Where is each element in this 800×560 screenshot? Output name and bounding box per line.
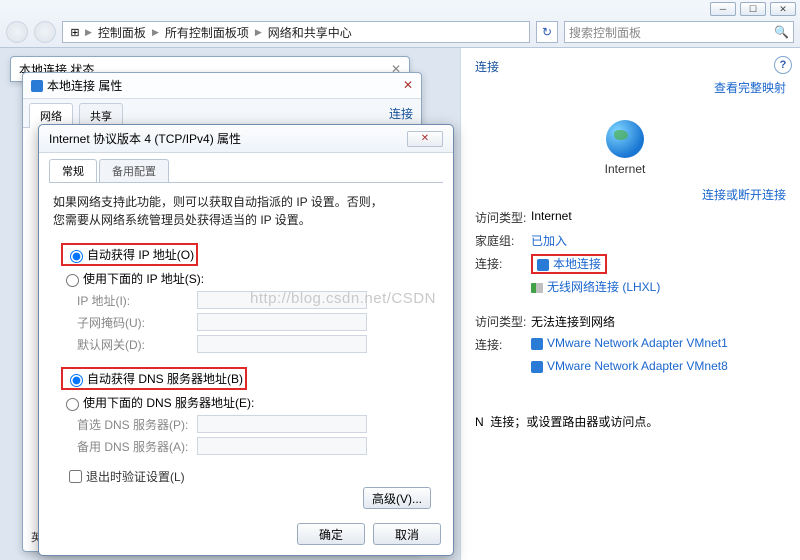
gateway-input <box>197 335 367 353</box>
dns1-label: 首选 DNS 服务器(P): <box>77 416 197 433</box>
peek-text: 连接 <box>389 99 421 127</box>
dns1-input <box>197 415 367 433</box>
close-icon[interactable]: ✕ <box>407 131 443 147</box>
dialog-title: Internet 协议版本 4 (TCP/IPv4) 属性 <box>49 130 241 147</box>
access-type-value: 无法连接到网络 <box>531 313 786 330</box>
ipv4-properties-dialog: Internet 协议版本 4 (TCP/IPv4) 属性 ✕ 常规 备用配置 … <box>38 124 454 556</box>
maximize-button[interactable]: ☐ <box>740 2 766 16</box>
access-type-value: Internet <box>531 209 786 226</box>
close-button[interactable]: ✕ <box>770 2 796 16</box>
ok-button[interactable]: 确定 <box>297 523 365 545</box>
panel-header-fragment: 连接 <box>475 58 786 75</box>
view-full-map-link[interactable]: 查看完整映射 <box>714 81 786 95</box>
radio-manual-ip[interactable]: 使用下面的 IP 地址(S): <box>61 270 443 287</box>
ip-address-label: IP 地址(I): <box>77 292 197 309</box>
radio-auto-ip-input[interactable] <box>70 250 83 263</box>
ip-address-input <box>197 291 367 309</box>
search-icon: 🔍 <box>774 25 789 39</box>
minimize-button[interactable]: ─ <box>710 2 736 16</box>
breadcrumb[interactable]: ⊞ ▶ 控制面板 ▶ 所有控制面板项 ▶ 网络和共享中心 <box>62 21 530 43</box>
forward-button[interactable] <box>34 21 56 43</box>
explorer-frame: ─ ☐ ✕ ⊞ ▶ 控制面板 ▶ 所有控制面板项 ▶ 网络和共享中心 ↻ 搜索控… <box>0 0 800 48</box>
internet-label: Internet <box>595 162 655 176</box>
window-titlebar: ─ ☐ ✕ <box>0 0 800 18</box>
chevron-right-icon: ▶ <box>152 27 159 38</box>
homegroup-label: 家庭组: <box>475 232 531 249</box>
dns2-input <box>197 437 367 455</box>
gateway-label: 默认网关(D): <box>77 336 197 353</box>
radio-manual-dns[interactable]: 使用下面的 DNS 服务器地址(E): <box>61 394 443 411</box>
validate-on-exit-checkbox[interactable]: 退出时验证设置(L) <box>65 467 443 486</box>
radio-auto-dns-input[interactable] <box>70 374 83 387</box>
tab-general[interactable]: 常规 <box>49 159 97 183</box>
search-input[interactable]: 搜索控制面板 🔍 <box>564 21 794 43</box>
ethernet-icon <box>531 361 543 373</box>
local-connection-highlight: 本地连接 <box>531 254 607 274</box>
breadcrumb-seg[interactable]: 网络和共享中心 <box>264 22 356 43</box>
refresh-button[interactable]: ↻ <box>536 21 558 43</box>
tab-alternate[interactable]: 备用配置 <box>99 159 169 183</box>
breadcrumb-seg[interactable]: 控制面板 <box>94 22 150 43</box>
back-button[interactable] <box>6 21 28 43</box>
chevron-right-icon: ▶ <box>85 27 92 38</box>
ethernet-icon <box>537 259 549 271</box>
subnet-mask-label: 子网掩码(U): <box>77 314 197 331</box>
window-title: 本地连接 属性 <box>47 77 122 94</box>
breadcrumb-seg[interactable]: 所有控制面板项 <box>161 22 253 43</box>
vmnet1-link[interactable]: VMware Network Adapter VMnet1 <box>547 336 728 350</box>
network-center-panel: ? 连接 查看完整映射 Internet 连接或断开连接 访问类型: Inter… <box>460 48 800 560</box>
help-icon[interactable]: ? <box>774 56 792 74</box>
cancel-button[interactable]: 取消 <box>373 523 441 545</box>
description-text: 如果网络支持此功能，则可以获取自动指派的 IP 设置。否则，您需要从网络系统管理… <box>53 193 439 229</box>
radio-manual-ip-input[interactable] <box>66 274 79 287</box>
globe-icon <box>606 120 644 158</box>
radio-manual-dns-input[interactable] <box>66 398 79 411</box>
connections-label: 连接: <box>475 255 531 272</box>
close-icon[interactable]: ✕ <box>403 78 413 93</box>
ethernet-icon <box>31 80 43 92</box>
connections-label: 连接: <box>475 336 531 353</box>
address-bar: ⊞ ▶ 控制面板 ▶ 所有控制面板项 ▶ 网络和共享中心 ↻ 搜索控制面板 🔍 <box>0 18 800 46</box>
ethernet-icon <box>531 338 543 350</box>
homegroup-link[interactable]: 已加入 <box>531 234 567 248</box>
wifi-icon <box>531 283 543 293</box>
chevron-right-icon: ▶ <box>255 27 262 38</box>
dns2-label: 备用 DNS 服务器(A): <box>77 438 197 455</box>
access-type-label: 访问类型: <box>475 209 531 226</box>
wifi-connection-link[interactable]: 无线网络连接 (LHXL) <box>547 280 660 294</box>
internet-node: Internet <box>595 120 655 176</box>
local-connection-link[interactable]: 本地连接 <box>553 257 601 271</box>
validate-on-exit-input[interactable] <box>69 470 82 483</box>
subnet-mask-input <box>197 313 367 331</box>
radio-auto-dns[interactable]: 自动获得 DNS 服务器地址(B) <box>61 367 247 390</box>
radio-auto-ip[interactable]: 自动获得 IP 地址(O) <box>61 243 198 266</box>
control-panel-icon: ⊞ <box>67 24 83 40</box>
search-placeholder: 搜索控制面板 <box>569 24 641 41</box>
bottom-note: N 连接；或设置路由器或访问点。 <box>475 413 786 430</box>
access-type-label: 访问类型: <box>475 313 531 330</box>
vmnet8-link[interactable]: VMware Network Adapter VMnet8 <box>547 359 728 373</box>
advanced-button[interactable]: 高级(V)... <box>363 487 431 509</box>
connect-disconnect-link[interactable]: 连接或断开连接 <box>702 188 786 202</box>
